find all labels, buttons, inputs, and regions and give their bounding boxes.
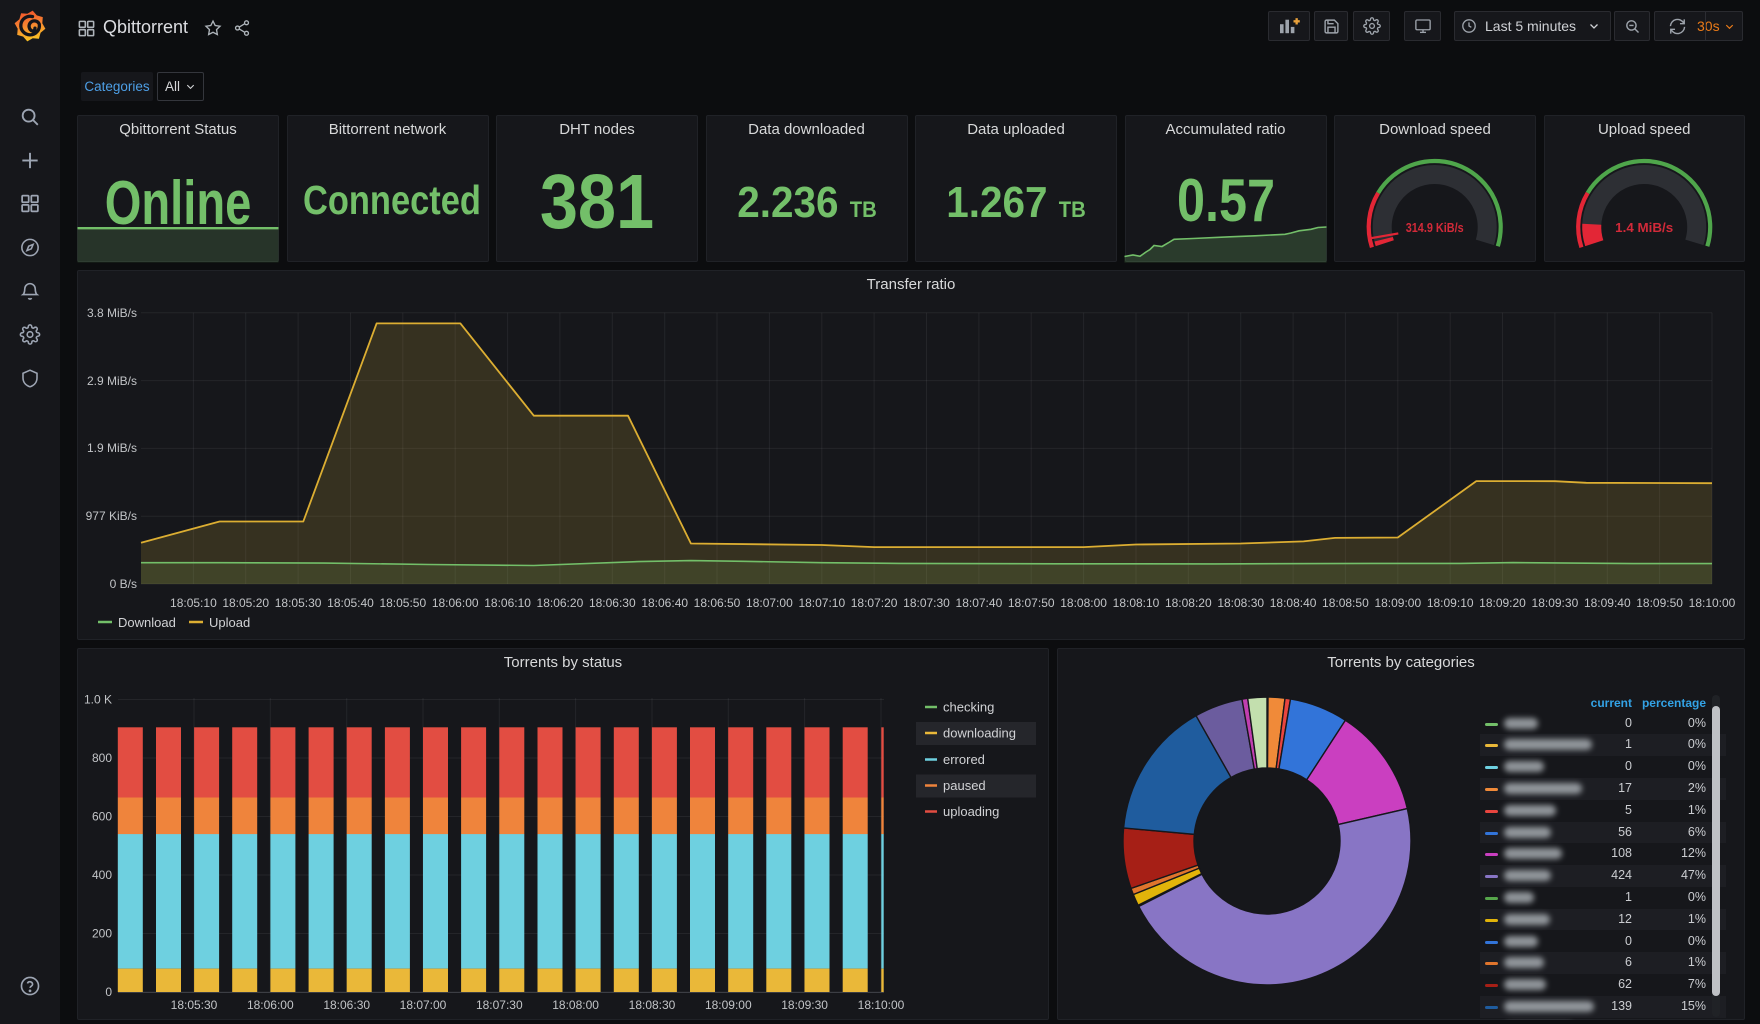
svg-text:18:05:50: 18:05:50: [379, 596, 426, 610]
svg-text:18:08:10: 18:08:10: [1113, 596, 1160, 610]
svg-text:paused: paused: [943, 778, 986, 793]
svg-text:18:08:30: 18:08:30: [1217, 596, 1264, 610]
svg-text:18:09:30: 18:09:30: [781, 998, 828, 1012]
svg-text:18:09:40: 18:09:40: [1584, 596, 1631, 610]
svg-text:18:09:30: 18:09:30: [1532, 596, 1579, 610]
svg-text:18:07:50: 18:07:50: [1008, 596, 1055, 610]
svg-text:18:06:00: 18:06:00: [432, 596, 479, 610]
svg-text:18:06:20: 18:06:20: [537, 596, 584, 610]
svg-text:18:07:30: 18:07:30: [476, 998, 523, 1012]
svg-text:400: 400: [92, 868, 112, 882]
svg-text:18:07:00: 18:07:00: [400, 998, 447, 1012]
svg-text:checking: checking: [943, 700, 994, 715]
svg-text:errored: errored: [943, 752, 985, 767]
svg-text:977 KiB/s: 977 KiB/s: [86, 509, 137, 523]
svg-text:18:05:40: 18:05:40: [327, 596, 374, 610]
svg-text:18:10:00: 18:10:00: [1689, 596, 1736, 610]
svg-text:18:08:40: 18:08:40: [1270, 596, 1317, 610]
svg-text:18:06:50: 18:06:50: [694, 596, 741, 610]
svg-text:18:05:30: 18:05:30: [171, 998, 218, 1012]
svg-text:18:09:50: 18:09:50: [1636, 596, 1683, 610]
svg-text:18:06:40: 18:06:40: [641, 596, 688, 610]
svg-text:3.8 MiB/s: 3.8 MiB/s: [87, 306, 137, 320]
svg-text:18:06:10: 18:06:10: [484, 596, 531, 610]
svg-text:18:09:00: 18:09:00: [705, 998, 752, 1012]
svg-text:2.9 MiB/s: 2.9 MiB/s: [87, 374, 137, 388]
svg-text:18:06:30: 18:06:30: [589, 596, 636, 610]
svg-text:18:08:20: 18:08:20: [1165, 596, 1212, 610]
svg-text:800: 800: [92, 751, 112, 765]
svg-text:uploading: uploading: [943, 804, 999, 819]
svg-text:18:07:20: 18:07:20: [851, 596, 898, 610]
svg-text:18:08:00: 18:08:00: [552, 998, 599, 1012]
svg-text:18:07:30: 18:07:30: [903, 596, 950, 610]
svg-text:18:09:10: 18:09:10: [1427, 596, 1474, 610]
svg-text:600: 600: [92, 810, 112, 824]
svg-text:0 B/s: 0 B/s: [110, 577, 137, 591]
svg-text:18:07:00: 18:07:00: [746, 596, 793, 610]
svg-text:200: 200: [92, 927, 112, 941]
svg-text:18:06:30: 18:06:30: [323, 998, 370, 1012]
svg-text:1.4 MiB/s: 1.4 MiB/s: [1615, 221, 1673, 235]
svg-text:1.0 K: 1.0 K: [84, 693, 112, 707]
svg-text:18:05:20: 18:05:20: [222, 596, 269, 610]
svg-text:18:08:50: 18:08:50: [1322, 596, 1369, 610]
svg-text:18:07:10: 18:07:10: [798, 596, 845, 610]
svg-text:Download: Download: [118, 615, 176, 630]
svg-text:18:08:30: 18:08:30: [629, 998, 676, 1012]
svg-text:18:09:20: 18:09:20: [1479, 596, 1526, 610]
svg-text:Upload: Upload: [209, 615, 250, 630]
svg-text:downloading: downloading: [943, 726, 1016, 741]
svg-text:18:09:00: 18:09:00: [1374, 596, 1421, 610]
svg-text:18:05:10: 18:05:10: [170, 596, 217, 610]
svg-text:18:05:30: 18:05:30: [275, 596, 322, 610]
svg-text:18:08:00: 18:08:00: [1060, 596, 1107, 610]
svg-text:314.9 KiB/s: 314.9 KiB/s: [1406, 221, 1464, 235]
svg-text:0: 0: [105, 985, 112, 999]
svg-text:1.9 MiB/s: 1.9 MiB/s: [87, 441, 137, 455]
svg-text:18:06:00: 18:06:00: [247, 998, 294, 1012]
svg-text:18:07:40: 18:07:40: [956, 596, 1003, 610]
svg-text:18:10:00: 18:10:00: [858, 998, 905, 1012]
